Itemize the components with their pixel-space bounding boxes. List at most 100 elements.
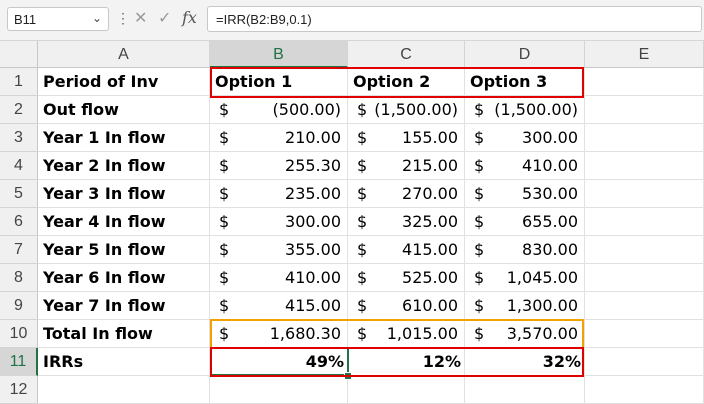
row-header-1[interactable]: 1 xyxy=(0,68,38,96)
cell-a10[interactable]: Total In flow xyxy=(38,320,210,348)
cell-e6[interactable] xyxy=(585,208,704,236)
row-header-7[interactable]: 7 xyxy=(0,236,38,264)
column-header-b[interactable]: B xyxy=(210,41,348,68)
row-label: Year 1 In flow xyxy=(43,128,166,147)
row-header-3[interactable]: 3 xyxy=(0,124,38,152)
chevron-down-icon[interactable]: ⌄ xyxy=(92,11,102,25)
cell-b1[interactable]: Option 1 xyxy=(210,68,348,96)
column-header-d[interactable]: D xyxy=(465,41,585,68)
cell-d5[interactable]: $530.00 xyxy=(465,180,585,208)
cell-b8[interactable]: $410.00 xyxy=(210,264,348,292)
cell-a1[interactable]: Period of Inv xyxy=(38,68,210,96)
cell-d2[interactable]: $ (1,500.00) xyxy=(465,96,585,124)
cell-d7[interactable]: $830.00 xyxy=(465,236,585,264)
cell-b7[interactable]: $355.00 xyxy=(210,236,348,264)
select-all-corner[interactable] xyxy=(0,41,38,68)
name-box[interactable]: B11 ⌄ xyxy=(7,7,109,31)
cell-b10[interactable]: $1,680.30 xyxy=(210,320,348,348)
amount-value: 255.30 xyxy=(285,156,341,175)
cell-a11[interactable]: IRRs xyxy=(38,348,210,376)
column-header-e[interactable]: E xyxy=(585,41,704,68)
cell-c8[interactable]: $525.00 xyxy=(348,264,465,292)
cell-a2[interactable]: Out flow xyxy=(38,96,210,124)
formula-bar: B11 ⌄ ⋮ ✕ ✓ fx =IRR(B2:B9,0.1) xyxy=(0,0,704,41)
cell-b9[interactable]: $415.00 xyxy=(210,292,348,320)
cell-a3[interactable]: Year 1 In flow xyxy=(38,124,210,152)
cell-a12[interactable] xyxy=(38,376,210,404)
row-header-10[interactable]: 10 xyxy=(0,320,38,348)
cell-d1[interactable]: Option 3 xyxy=(465,68,585,96)
row-header-5[interactable]: 5 xyxy=(0,180,38,208)
cell-a8[interactable]: Year 6 In flow xyxy=(38,264,210,292)
cell-c6[interactable]: $325.00 xyxy=(348,208,465,236)
cell-b3[interactable]: $210.00 xyxy=(210,124,348,152)
row-header-4[interactable]: 4 xyxy=(0,152,38,180)
cell-c10[interactable]: $1,015.00 xyxy=(348,320,465,348)
cell-e5[interactable] xyxy=(585,180,704,208)
option-header: Option 3 xyxy=(470,72,548,91)
cell-e2[interactable] xyxy=(585,96,704,124)
cell-a4[interactable]: Year 2 In flow xyxy=(38,152,210,180)
cell-c12[interactable] xyxy=(348,376,465,404)
row-header-9[interactable]: 9 xyxy=(0,292,38,320)
cell-c4[interactable]: $215.00 xyxy=(348,152,465,180)
row-header-8[interactable]: 8 xyxy=(0,264,38,292)
amount-value: 525.00 xyxy=(402,268,458,287)
cell-a7[interactable]: Year 5 In flow xyxy=(38,236,210,264)
cell-a9[interactable]: Year 7 In flow xyxy=(38,292,210,320)
amount-value: 410.00 xyxy=(285,268,341,287)
currency-symbol: $ xyxy=(474,240,485,259)
cell-c9[interactable]: $610.00 xyxy=(348,292,465,320)
cell-e11[interactable] xyxy=(585,348,704,376)
cell-b12[interactable] xyxy=(210,376,348,404)
amount-value: 1,015.00 xyxy=(386,324,458,343)
cell-c11[interactable]: 12% xyxy=(348,348,465,376)
amount-value: (1,500.00) xyxy=(494,100,578,119)
cell-d3[interactable]: $300.00 xyxy=(465,124,585,152)
cell-d9[interactable]: $1,300.00 xyxy=(465,292,585,320)
cell-c5[interactable]: $270.00 xyxy=(348,180,465,208)
fill-handle[interactable] xyxy=(344,372,352,380)
checkmark-icon[interactable]: ✓ xyxy=(158,8,171,28)
row-header-12[interactable]: 12 xyxy=(0,376,38,404)
cell-e9[interactable] xyxy=(585,292,704,320)
cell-c7[interactable]: $415.00 xyxy=(348,236,465,264)
cell-b11[interactable]: 49% xyxy=(210,348,348,376)
cell-b4[interactable]: $255.30 xyxy=(210,152,348,180)
cell-a6[interactable]: Year 4 In flow xyxy=(38,208,210,236)
amount-value: 325.00 xyxy=(402,212,458,231)
cell-e7[interactable] xyxy=(585,236,704,264)
fx-icon[interactable]: fx xyxy=(182,8,197,27)
cell-d12[interactable] xyxy=(465,376,585,404)
row-header-6[interactable]: 6 xyxy=(0,208,38,236)
cell-d10[interactable]: $3,570.00 xyxy=(465,320,585,348)
cell-c2[interactable]: $ (1,500.00) xyxy=(348,96,465,124)
cell-d4[interactable]: $410.00 xyxy=(465,152,585,180)
cell-e10[interactable] xyxy=(585,320,704,348)
cell-a5[interactable]: Year 3 In flow xyxy=(38,180,210,208)
column-header-c[interactable]: C xyxy=(348,41,465,68)
row-header-2[interactable]: 2 xyxy=(0,96,38,124)
column-header-a[interactable]: A xyxy=(38,41,210,68)
formula-input[interactable]: =IRR(B2:B9,0.1) xyxy=(207,6,702,32)
cell-e12[interactable] xyxy=(585,376,704,404)
formula-buttons: ✕ ✓ fx xyxy=(128,6,204,32)
cell-c1[interactable]: Option 2 xyxy=(348,68,465,96)
cell-d8[interactable]: $1,045.00 xyxy=(465,264,585,292)
close-icon[interactable]: ✕ xyxy=(134,8,147,28)
cell-e4[interactable] xyxy=(585,152,704,180)
cell-b5[interactable]: $235.00 xyxy=(210,180,348,208)
amount-value: 415.00 xyxy=(285,296,341,315)
cell-e1[interactable] xyxy=(585,68,704,96)
currency-symbol: $ xyxy=(219,324,230,343)
row-label: Year 6 In flow xyxy=(43,268,166,287)
row-header-11[interactable]: 11 xyxy=(0,348,38,376)
cell-d11[interactable]: 32% xyxy=(465,348,585,376)
cell-b6[interactable]: $300.00 xyxy=(210,208,348,236)
cell-e3[interactable] xyxy=(585,124,704,152)
cell-e8[interactable] xyxy=(585,264,704,292)
cell-b2[interactable]: $ (500.00) xyxy=(210,96,348,124)
cell-d6[interactable]: $655.00 xyxy=(465,208,585,236)
currency-symbol: $ xyxy=(357,184,368,203)
cell-c3[interactable]: $155.00 xyxy=(348,124,465,152)
